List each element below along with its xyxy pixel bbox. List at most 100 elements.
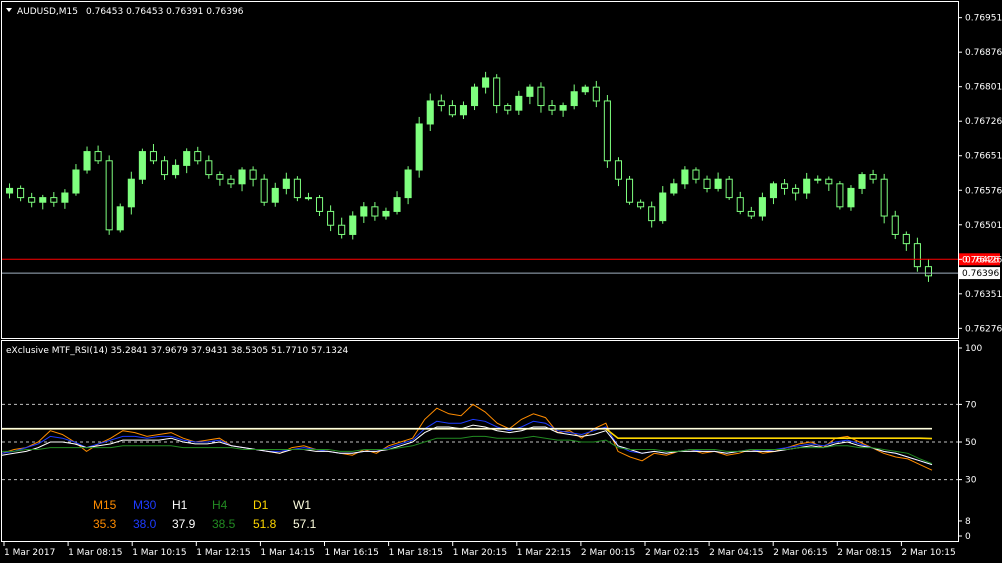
legend-label-w1: W1 (293, 498, 311, 512)
candle-bear (913, 243, 921, 268)
indicator-title: eXclusive MTF_RSI(14) 35.2841 37.9679 37… (6, 346, 349, 356)
price-lines-layer: 0.76426 0.76396 (2, 253, 1000, 280)
candle-bear (293, 178, 301, 199)
candle-bear (880, 178, 888, 217)
legend-value-m15: 35.3 (93, 517, 117, 531)
candle-bull (349, 215, 357, 235)
candle-bull (183, 151, 191, 166)
candle-bull (382, 210, 390, 217)
rsi-tick-label: 70 (965, 400, 977, 410)
candle-bear (216, 174, 224, 180)
candle-bear (747, 210, 755, 217)
candle-bull (581, 86, 589, 93)
candle-bull (304, 197, 313, 200)
rsi-tick-label: 0 (965, 532, 971, 542)
candle-bear (603, 100, 611, 162)
candle-bull (426, 100, 434, 125)
price-tick-label: 0.76876 (965, 48, 1002, 58)
legend-label-m30: M30 (133, 498, 157, 512)
candle-bear (891, 215, 899, 235)
bid-marker-label: 0.76396 (962, 269, 999, 279)
candle-bear (736, 197, 744, 212)
candle-bull (72, 169, 80, 194)
price-tick-label: 0.76501 (965, 221, 1002, 231)
candle-bear (105, 160, 113, 231)
rsi-tick-label: 50 (965, 438, 977, 448)
candle-bear (592, 86, 600, 102)
candle-bull (138, 151, 146, 180)
candle-bear (338, 224, 346, 235)
candle-bear (504, 105, 512, 111)
candle-bull (559, 105, 567, 111)
candle-bull (803, 178, 811, 194)
candle-bear (836, 183, 844, 208)
candle-bull (39, 197, 47, 203)
candle-bear (28, 197, 36, 203)
candle-bear (249, 169, 257, 180)
legend-label-d1: D1 (253, 498, 269, 512)
candle-bear (437, 100, 445, 107)
ohlc-values: 0.76453 0.76453 0.76391 0.76396 (86, 7, 244, 17)
time-tick-label: 2 Mar 00:15 (581, 548, 635, 558)
candle-bear (614, 160, 623, 180)
candle-bull (459, 105, 468, 116)
candle-bear (869, 174, 877, 180)
candle-bear (448, 105, 456, 116)
candle-bear (703, 178, 711, 189)
candle-bull (360, 206, 368, 217)
price-tick-label: 0.76651 (965, 152, 1002, 162)
rsi-tick-label: 8 (965, 517, 971, 527)
candle-bear (149, 151, 158, 162)
candle-bull (482, 77, 490, 88)
symbol-title: AUDUSD,M15 (17, 7, 78, 17)
time-tick-label: 1 Mar 16:15 (325, 548, 379, 558)
rsi-tick-label: 30 (965, 476, 977, 486)
candle-bear (327, 210, 335, 226)
candle-bear (537, 86, 545, 107)
candle-bull (415, 123, 423, 171)
candle-bull (570, 91, 578, 107)
candle-bear (637, 201, 645, 208)
candle-bull (769, 183, 778, 199)
candle-bull (5, 187, 14, 194)
candle-bear (493, 77, 501, 107)
time-tick-label: 1 Mar 10:15 (132, 548, 186, 558)
time-tick-label: 1 Mar 20:15 (453, 548, 507, 558)
dropdown-triangle-icon[interactable] (6, 8, 12, 12)
time-tick-label: 1 Mar 14:15 (260, 548, 314, 558)
candle-bull (172, 164, 180, 176)
candle-bear (692, 169, 700, 180)
candle-bear (548, 105, 556, 111)
candle-bull (116, 206, 124, 231)
legend-value-h1: 37.9 (172, 517, 196, 531)
trading-chart[interactable]: AUDUSD,M15 0.76453 0.76453 0.76391 0.763… (0, 0, 1002, 563)
candle-bear (205, 160, 213, 176)
time-tick-label: 1 Mar 18:15 (389, 548, 443, 558)
candle-bear (725, 178, 733, 199)
candle-bear (902, 233, 910, 245)
candles-layer (5, 71, 933, 282)
candle-bull (714, 178, 722, 189)
price-tick-label: 0.76576 (965, 186, 1002, 196)
candle-bull (515, 95, 523, 111)
price-tick-label: 0.76351 (965, 290, 1002, 300)
legend-label-h4: H4 (212, 498, 228, 512)
candle-bear (160, 160, 169, 176)
time-tick-label: 2 Mar 04:15 (709, 548, 763, 558)
candle-bull (127, 178, 135, 208)
time-tick-label: 2 Mar 08:15 (837, 548, 891, 558)
candle-bull (404, 169, 412, 199)
candle-bear (648, 206, 656, 222)
candle-bear (227, 178, 235, 185)
legend-label-m15: M15 (93, 498, 117, 512)
candle-bull (83, 151, 91, 171)
legend-value-d1: 51.8 (253, 517, 277, 531)
candle-bull (659, 192, 667, 222)
candle-bear (94, 151, 102, 162)
price-tick-label: 0.76426 (965, 255, 1002, 265)
candle-bull (470, 86, 479, 107)
rsi-legend: M15 35.3 M30 38.0 H1 37.9 H4 38.5 D1 51.8 W1 57.1 (93, 498, 317, 531)
candle-bear (625, 178, 634, 203)
rsi-lines-layer (1, 403, 933, 471)
legend-value-w1: 57.1 (293, 517, 317, 531)
